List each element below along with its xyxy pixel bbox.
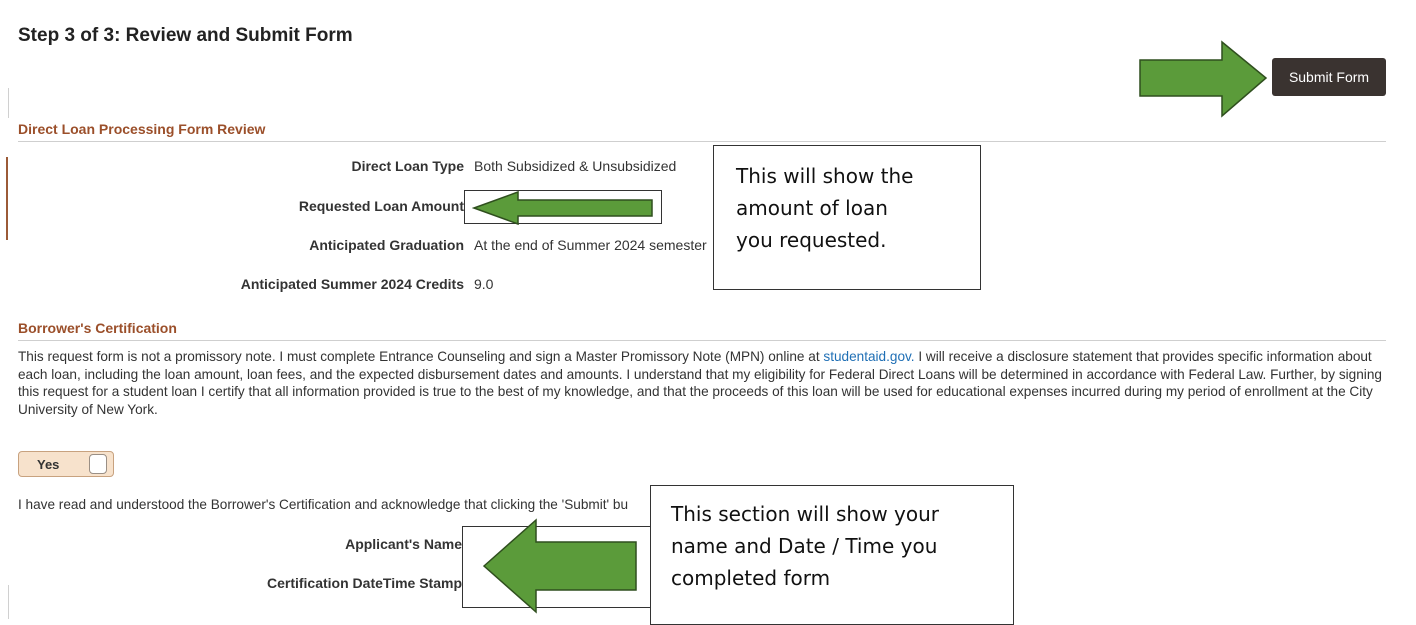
certification-section-title: Borrower's Certification (18, 320, 177, 336)
timestamp-label: Certification DateTime Stamp (266, 575, 462, 591)
page-title: Step 3 of 3: Review and Submit Form (18, 25, 353, 46)
annotation-arrow-submit (1139, 40, 1268, 118)
requested-amount-label: Requested Loan Amount (298, 198, 464, 214)
review-section-title: Direct Loan Processing Form Review (18, 121, 266, 137)
certification-yes-toggle[interactable]: Yes (18, 451, 114, 477)
certification-text-part: This request form is not a promissory no… (18, 349, 824, 364)
graduation-label: Anticipated Graduation (309, 237, 464, 253)
loan-type-label: Direct Loan Type (351, 158, 464, 174)
certification-text: This request form is not a promissory no… (18, 348, 1392, 418)
studentaid-link[interactable]: studentaid.gov. (823, 349, 914, 364)
callout-line: you requested. (736, 228, 887, 252)
toggle-knob[interactable] (89, 454, 107, 474)
annotation-arrow-amount (472, 190, 653, 226)
callout-line: amount of loan (736, 196, 888, 220)
callout-loan-amount: This will show the amount of loan you re… (713, 145, 981, 290)
section-divider (18, 340, 1386, 341)
graduation-value: At the end of Summer 2024 semester (474, 237, 707, 253)
callout-applicant-info: This section will show your name and Dat… (650, 485, 1014, 625)
annotation-arrow-name (482, 518, 637, 614)
credits-label: Anticipated Summer 2024 Credits (240, 276, 464, 292)
loan-type-value: Both Subsidized & Unsubsidized (474, 158, 677, 174)
callout-line: completed form (671, 566, 831, 590)
yes-label: Yes (37, 457, 60, 472)
submit-form-button[interactable]: Submit Form (1272, 58, 1386, 96)
callout-line: This will show the (736, 164, 914, 188)
callout-line: name and Date / Time you (671, 534, 938, 558)
credits-value: 9.0 (474, 276, 494, 292)
applicant-name-label: Applicant's Name (345, 536, 462, 552)
section-divider (18, 141, 1386, 142)
left-margin-rule (8, 88, 9, 118)
callout-line: This section will show your (671, 502, 940, 526)
acknowledge-text: I have read and understood the Borrower'… (18, 497, 629, 512)
